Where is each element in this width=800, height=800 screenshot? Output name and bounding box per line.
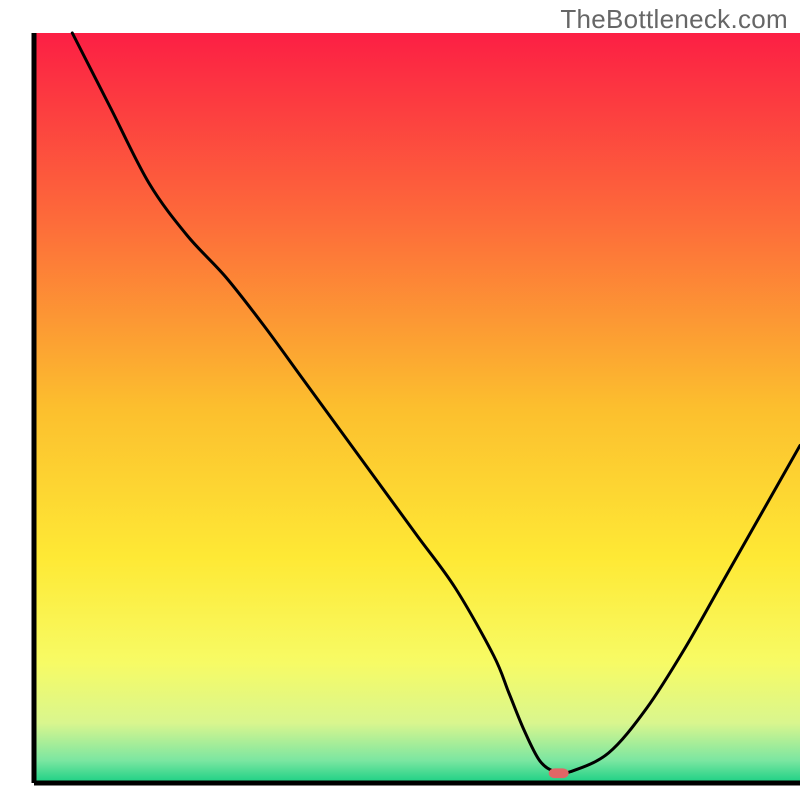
optimal-marker xyxy=(549,768,569,778)
bottleneck-chart xyxy=(0,0,800,800)
chart-container: TheBottleneck.com xyxy=(0,0,800,800)
plot-background xyxy=(34,33,800,783)
